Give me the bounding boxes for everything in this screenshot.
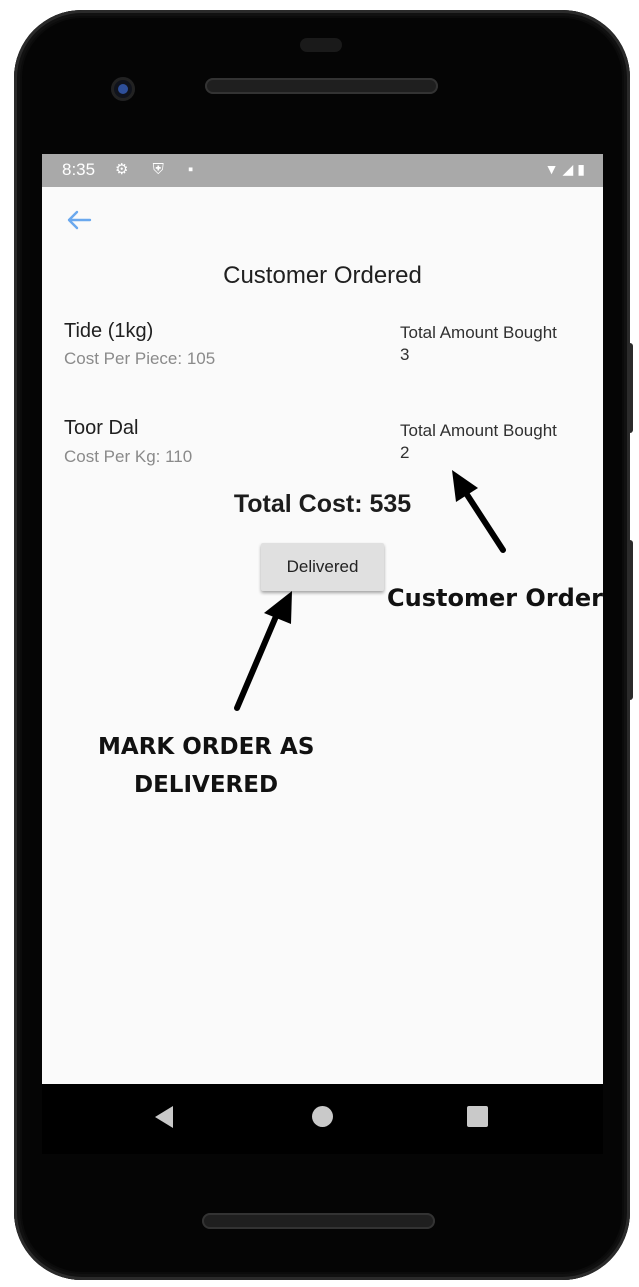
back-arrow-icon[interactable] [66, 206, 92, 238]
item-cost: Cost Per Piece: 105 [64, 349, 216, 368]
item-cost: Cost Per Kg: 110 [64, 447, 193, 466]
nav-home-icon[interactable] [312, 1106, 333, 1127]
annotation-customer-order: Customer Order [387, 584, 603, 612]
annotation-mark-order: MARK ORDER AS [98, 734, 315, 760]
item-amount-value: 3 [400, 345, 410, 364]
front-camera-icon [111, 77, 135, 101]
status-time: 8:35 [62, 160, 96, 179]
annotation-delivered: DELIVERED [134, 772, 279, 798]
page-title: Customer Ordered [223, 262, 422, 289]
status-notification-icons: ⚙ ⛨ ▪ [115, 161, 204, 178]
item-amount-label: Total Amount Bought [400, 323, 557, 342]
arrow-to-order-icon [452, 470, 506, 553]
item-name: Toor Dal [64, 417, 139, 439]
top-speaker [205, 78, 438, 94]
bottom-speaker [202, 1213, 435, 1229]
item-amount-label: Total Amount Bought [400, 421, 557, 440]
status-bar: 8:35 ⚙ ⛨ ▪ ▼◢▮ [42, 154, 603, 187]
volume-button [627, 343, 633, 433]
app-screen: 8:35 ⚙ ⛨ ▪ ▼◢▮ Customer Ordered Tide (1k… [42, 154, 603, 1084]
nav-recents-icon[interactable] [467, 1106, 488, 1127]
power-button [627, 540, 633, 700]
top-sensor [300, 38, 342, 52]
item-amount-value: 2 [400, 443, 410, 462]
status-signal-battery-icons: ▼◢▮ [544, 161, 589, 177]
arrow-to-button-icon [234, 591, 292, 711]
nav-back-icon[interactable] [155, 1106, 173, 1128]
item-name: Tide (1kg) [64, 320, 154, 342]
android-nav-bar [42, 1084, 603, 1154]
